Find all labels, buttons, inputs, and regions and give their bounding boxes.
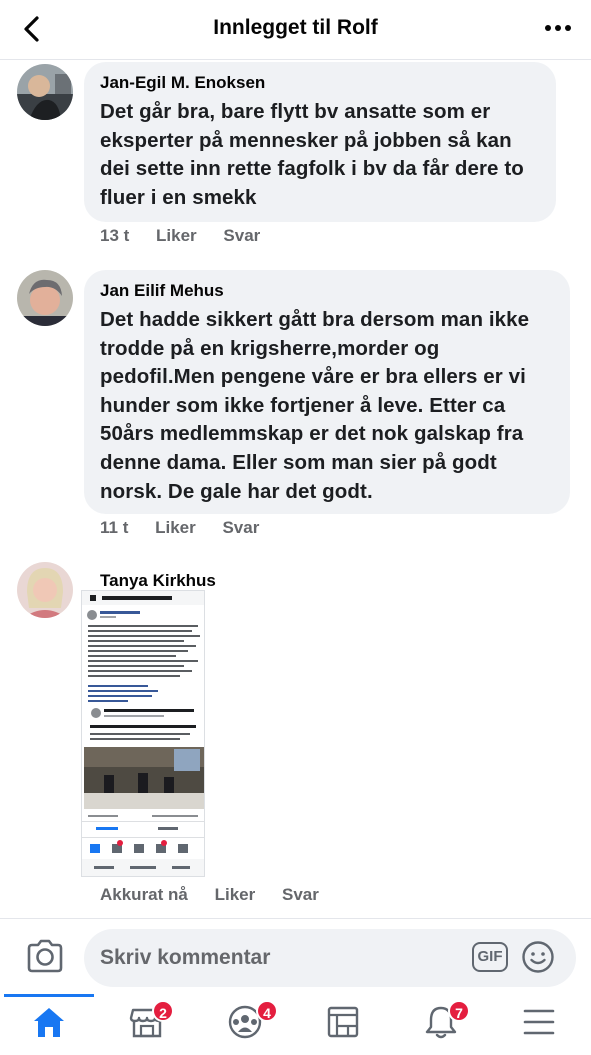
groups-badge: 4 [256, 1000, 278, 1022]
comment-text: Det går bra, bare flytt bv ansatte som e… [100, 100, 524, 209]
comment-text: Det hadde sikkert gått bra dersom man ik… [100, 308, 530, 503]
page-title: Innlegget til Rolf [213, 16, 378, 39]
comment-actions: Akkurat nå Liker Svar [100, 885, 341, 905]
like-button[interactable]: Liker [215, 885, 256, 904]
comment-timestamp: Akkurat nå [100, 885, 188, 904]
comment-input[interactable]: Skriv kommentar GIF [84, 929, 576, 987]
like-button[interactable]: Liker [155, 518, 196, 537]
tab-notifications[interactable]: 7 [392, 994, 490, 1055]
comment-bubble: Jan-Egil M. Enoksen Det går bra, bare fl… [84, 62, 556, 222]
reply-button[interactable]: Svar [222, 518, 259, 537]
more-options-icon[interactable] [543, 18, 573, 38]
home-icon [34, 1008, 64, 1037]
tab-pages[interactable] [294, 994, 392, 1055]
camera-icon[interactable] [26, 939, 64, 973]
comment-bubble: Jan Eilif Mehus Det hadde sikkert gått b… [84, 270, 570, 514]
reply-button[interactable]: Svar [223, 226, 260, 245]
comment-author[interactable]: Tanya Kirkhus [100, 570, 216, 592]
comment-actions: 13 t Liker Svar [100, 226, 282, 246]
comment-author[interactable]: Jan Eilif Mehus [100, 280, 554, 302]
tab-groups[interactable]: 4 [196, 994, 294, 1055]
attached-screenshot-image[interactable] [81, 590, 205, 877]
avatar[interactable] [17, 270, 73, 326]
tab-marketplace[interactable]: 2 [98, 994, 196, 1055]
reply-button[interactable]: Svar [282, 885, 319, 904]
tab-menu[interactable] [490, 994, 588, 1055]
gif-button[interactable]: GIF [472, 942, 508, 972]
marketplace-badge: 2 [152, 1000, 174, 1022]
pages-icon [327, 1006, 359, 1038]
notifications-badge: 7 [448, 1000, 470, 1022]
menu-icon [523, 1009, 555, 1035]
avatar[interactable] [17, 562, 73, 618]
bottom-tab-bar: 2 4 7 [0, 994, 591, 1055]
like-button[interactable]: Liker [156, 226, 197, 245]
comment-timestamp: 13 t [100, 226, 130, 245]
comment-actions: 11 t Liker Svar [100, 518, 281, 538]
emoji-icon[interactable] [521, 940, 555, 974]
comment-author[interactable]: Jan-Egil M. Enoksen [100, 72, 540, 94]
header-bar: Innlegget til Rolf [0, 0, 591, 60]
comment-input-placeholder: Skriv kommentar [100, 946, 271, 969]
tab-home[interactable] [0, 994, 98, 1055]
avatar[interactable] [17, 64, 73, 120]
comment-composer: Skriv kommentar GIF [0, 918, 591, 994]
comment-timestamp: 11 t [100, 518, 129, 537]
